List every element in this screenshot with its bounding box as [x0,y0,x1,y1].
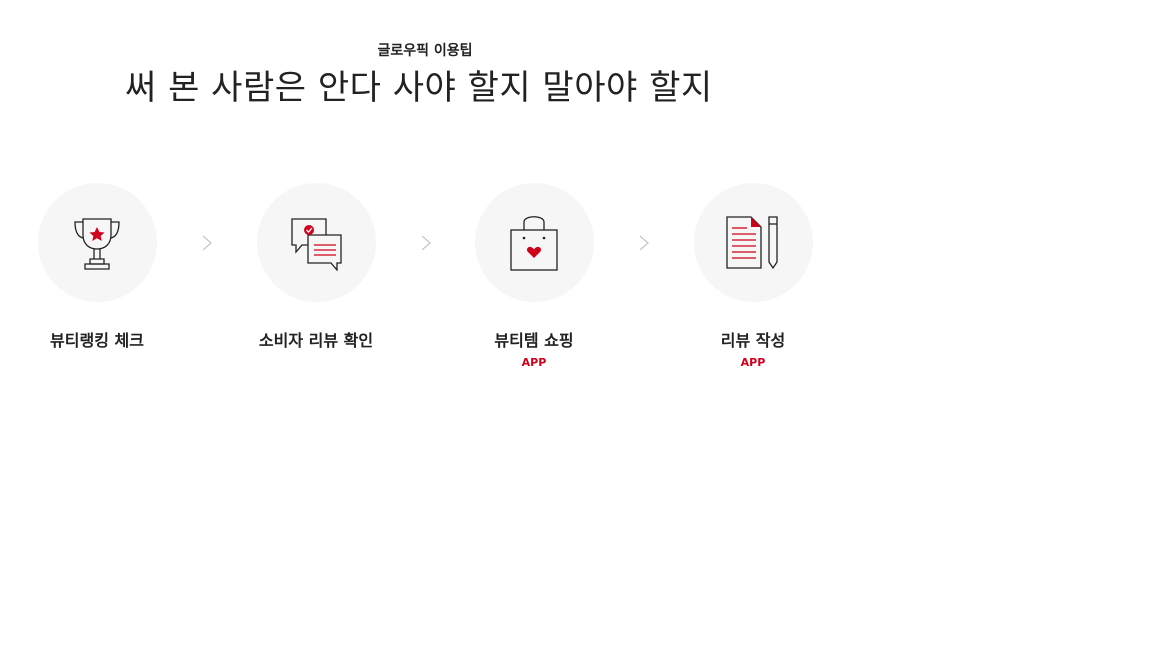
chat-bubbles-icon [291,217,342,271]
trophy-icon [74,217,120,270]
step-circle [37,183,157,302]
step-label: 뷰티랭킹 체크 [50,331,144,350]
step-circle [693,183,813,302]
step-label: 리뷰 작성 [720,331,786,350]
step-label: 뷰티템 쇼핑 [494,331,574,350]
step-beauty-ranking: 뷰티랭킹 체크 [0,183,207,352]
step-write-review: 리뷰 작성 APP [643,183,863,370]
steps-row: 뷰티랭킹 체크 소비자 리뷰 확인 뷰티템 쇼핑 APP 리뷰 작성 APP [0,183,1152,403]
section-headline: 써 본 사람은 안다 사야 할지 말아야 할지 [125,68,713,108]
step-circle [474,183,594,302]
step-consumer-review: 소비자 리뷰 확인 [206,183,426,352]
app-badge: APP [521,356,547,369]
step-beauty-shopping: 뷰티템 쇼핑 APP [424,183,644,370]
app-badge: APP [740,356,766,369]
step-circle [256,183,376,302]
tips-section: 글로우픽 이용팁 써 본 사람은 안다 사야 할지 말아야 할지 뷰티랭킹 체크… [0,0,1152,648]
document-pen-icon [726,215,778,269]
shopping-bag-icon [510,215,558,271]
step-label: 소비자 리뷰 확인 [258,331,374,350]
section-eyebrow: 글로우픽 이용팁 [377,43,473,59]
